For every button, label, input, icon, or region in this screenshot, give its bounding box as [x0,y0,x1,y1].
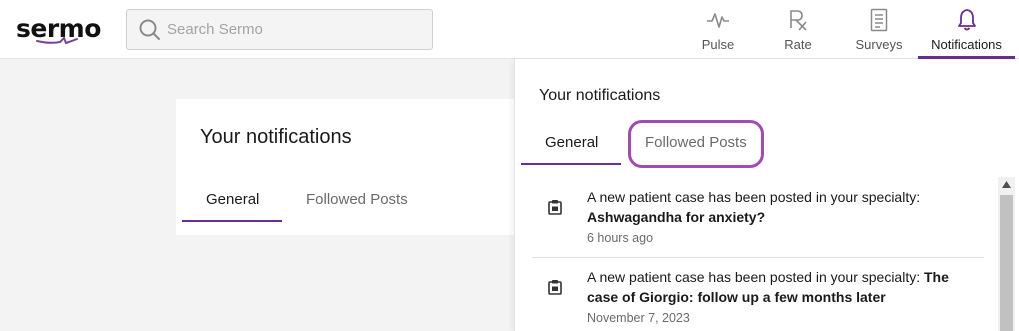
clipboard-case-icon [548,280,562,295]
top-header: sermo Pulse Rate Surv [0,0,1019,59]
notification-post-title[interactable]: Ashwagandha for anxiety? [587,209,765,225]
panel-tab-underline [521,163,621,165]
highlight-annotation-ring [628,120,764,168]
search-icon [139,19,160,40]
notifications-dropdown: Your notifications General Followed Post… [514,59,1019,331]
rx-icon [790,10,807,31]
nav-rate-label: Rate [784,37,812,52]
nav-notifications[interactable]: Notifications [918,0,1015,59]
notification-time: 6 hours ago [587,231,654,245]
clipboard-case-icon [548,200,562,215]
nav-surveys[interactable]: Surveys [847,0,911,59]
bell-icon [957,9,976,31]
nav-notifications-label: Notifications [931,37,1002,52]
nav-pulse-label: Pulse [701,37,735,52]
panel-title: Your notifications [539,87,661,104]
notification-item[interactable]: A new patient case has been posted in yo… [532,177,984,255]
page-tab-general[interactable]: General [206,191,259,208]
pulse-icon [707,13,729,28]
notification-scrollbar[interactable] [998,177,1015,331]
notification-message: A new patient case has been posted in yo… [587,189,921,205]
search-input[interactable] [167,10,427,49]
nav-pulse[interactable]: Pulse [687,0,749,59]
scroll-thumb[interactable] [1000,195,1013,331]
nav-rate[interactable]: Rate [768,0,828,59]
panel-tab-general[interactable]: General [545,134,598,151]
notification-message: A new patient case has been posted in yo… [587,269,924,285]
notification-text: A new patient case has been posted in yo… [587,267,982,307]
page-tab-underline [182,220,282,222]
clipboard-icon [870,8,888,32]
notification-text: A new patient case has been posted in yo… [587,187,982,227]
notification-time: November 7, 2023 [587,311,690,325]
notifications-page-card: Your notifications General Followed Post… [176,99,521,235]
logo-swoosh-icon [36,36,78,45]
page-title: Your notifications [200,126,352,148]
page-tab-followed-posts[interactable]: Followed Posts [306,191,408,208]
notification-item[interactable]: A new patient case has been posted in yo… [532,257,984,331]
nav-surveys-label: Surveys [855,37,903,52]
search-box[interactable] [126,9,433,50]
notification-list: A new patient case has been posted in yo… [515,177,998,331]
scroll-up-arrow-icon[interactable] [1002,181,1011,188]
